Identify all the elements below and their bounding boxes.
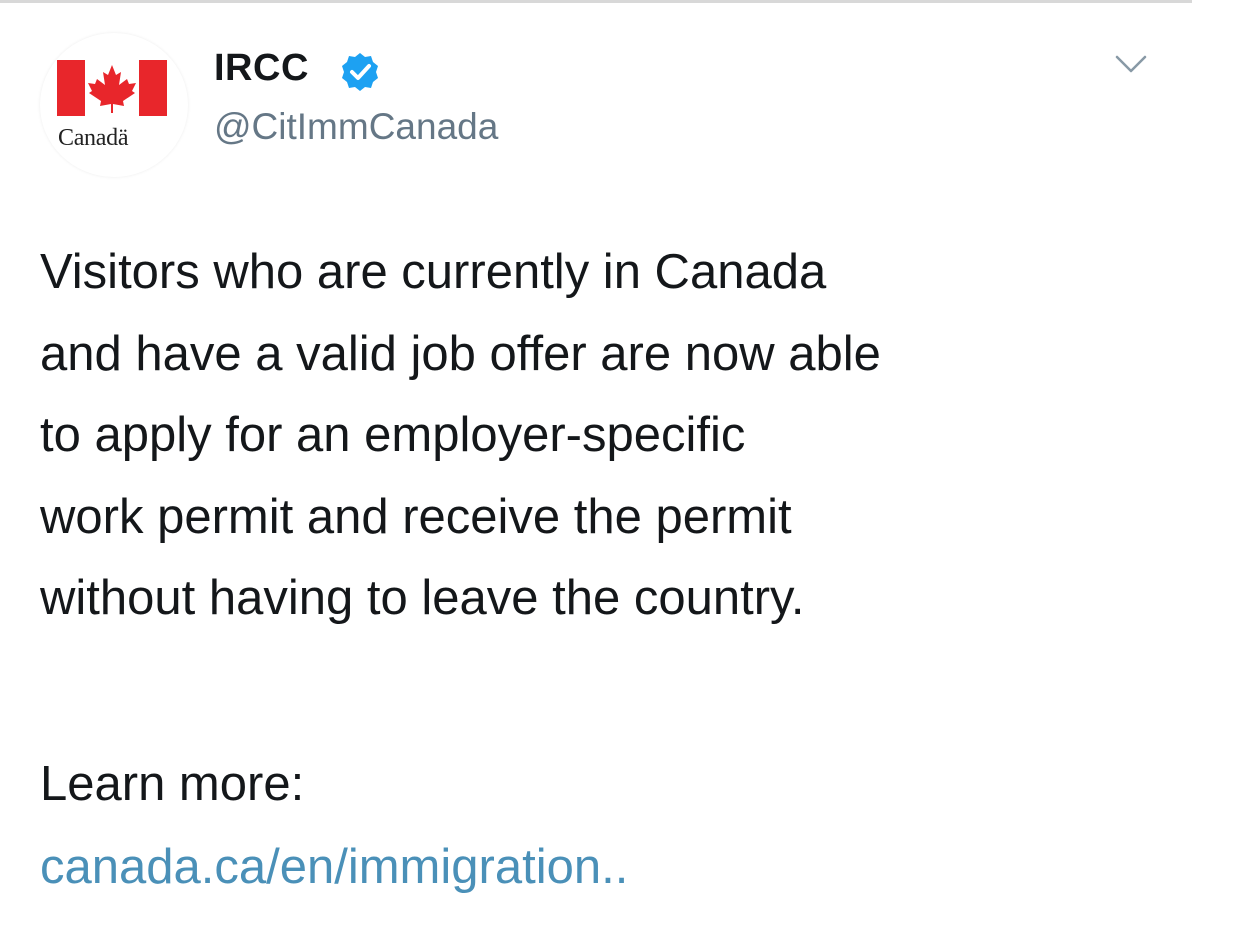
tweet-link[interactable]: canada.ca/en/immigration.. <box>40 839 628 895</box>
tweet-line: and have a valid job offer are now able <box>40 326 881 381</box>
top-divider <box>0 0 1192 3</box>
verified-badge-icon <box>342 53 378 91</box>
tweet-line: Visitors who are currently in Canada <box>40 245 827 299</box>
tweet-line: without having to leave the country. <box>40 571 805 625</box>
tweet-line: work permit and receive the permit <box>40 489 792 544</box>
avatar[interactable]: Canadä <box>40 33 188 177</box>
learn-more-label: Learn more: <box>40 757 305 811</box>
tweet-line: to apply for an employer-specific <box>40 408 746 462</box>
canada-flag-icon <box>57 60 167 116</box>
chevron-down-icon[interactable] <box>1113 50 1149 78</box>
account-handle[interactable]: @CitImmCanada <box>214 106 498 148</box>
display-name[interactable]: IRCC <box>214 47 309 90</box>
tweet-text: Visitors who are currently in Canada and… <box>40 232 1200 640</box>
canada-wordmark: Canadä <box>58 125 129 151</box>
